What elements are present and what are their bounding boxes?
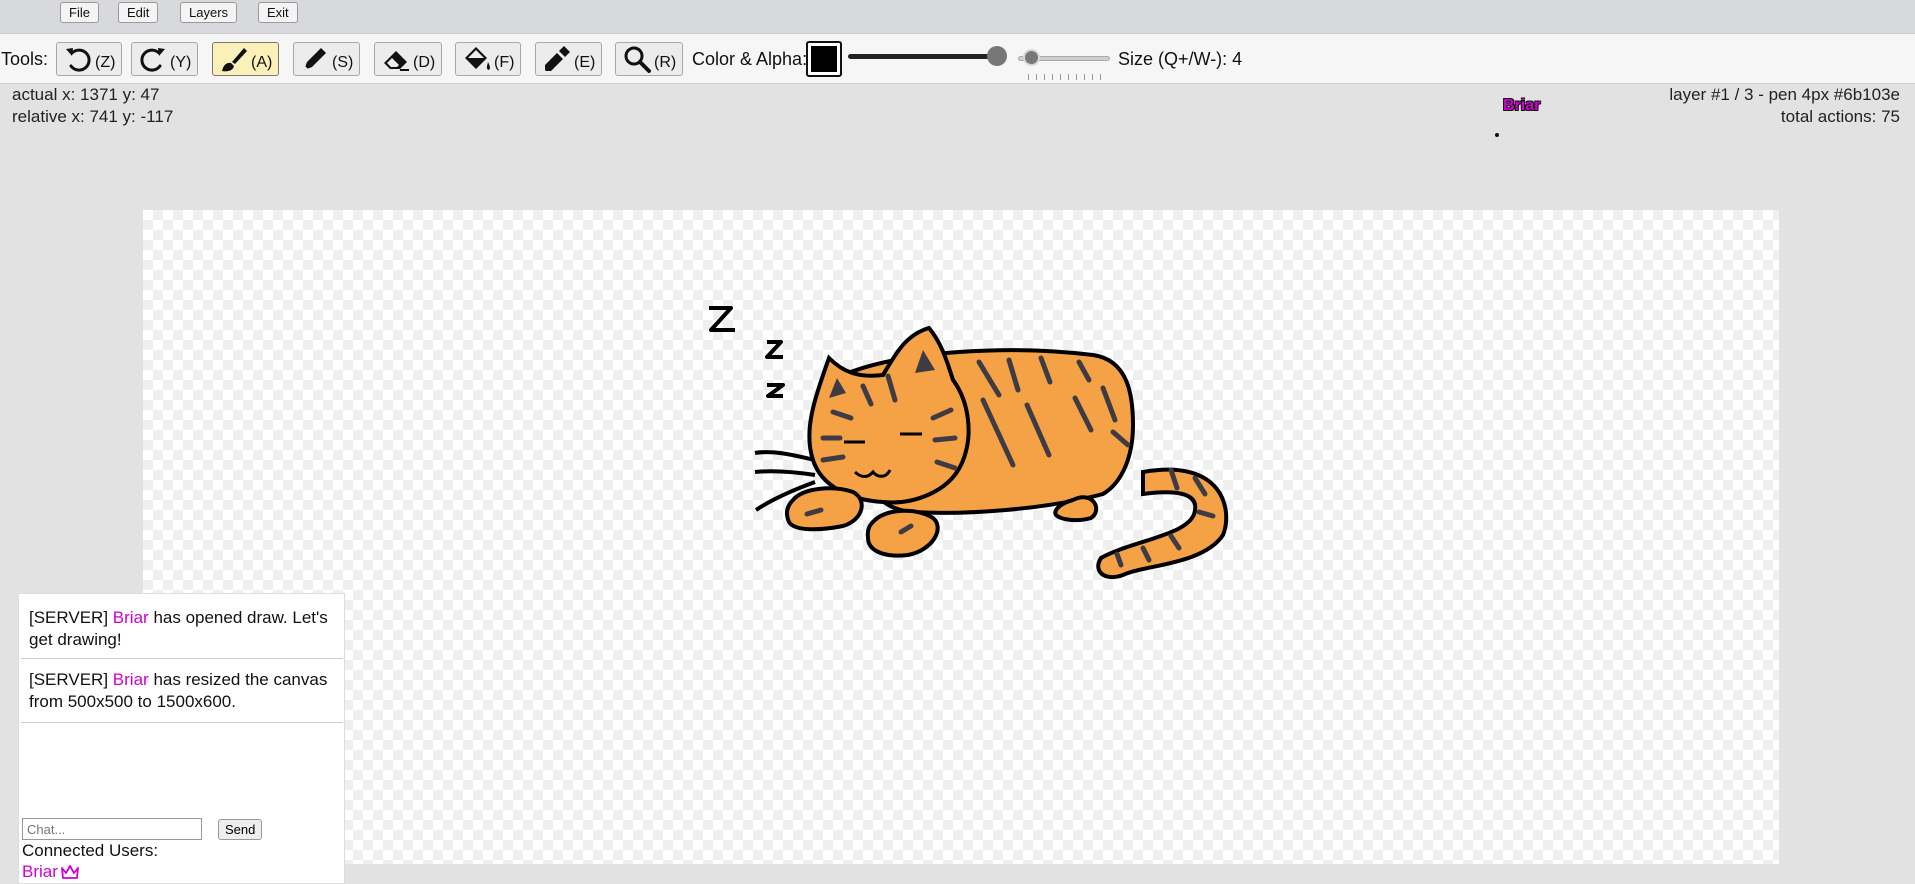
layers-menu-button[interactable]: Layers <box>180 2 238 23</box>
eyedropper-icon <box>545 46 570 71</box>
eraser-button[interactable]: (D) <box>374 42 443 76</box>
magnifier-icon <box>624 46 651 73</box>
color-picker[interactable] <box>806 41 842 77</box>
redo-button[interactable]: (Y) <box>131 42 199 76</box>
remote-cursor-label: Briar <box>1503 97 1541 114</box>
undo-shortcut: (Z) <box>95 54 116 71</box>
toolbar: Tools: (Z) (Y) (A) (S) (D) (F) (E) (R) C… <box>0 34 1915 84</box>
chat-message-user: Briar <box>112 608 149 627</box>
size-slider-ticks <box>1028 74 1103 80</box>
fill-shortcut: (F) <box>494 54 515 71</box>
size-slider-handle[interactable] <box>1023 49 1040 66</box>
undo-button[interactable]: (Z) <box>56 42 123 76</box>
size-label: Size (Q+/W-): 4 <box>1118 49 1243 69</box>
connected-users-label: Connected Users: <box>22 841 159 860</box>
chat-divider <box>21 722 343 723</box>
layer-status: layer #1 / 3 - pen 4px #6b103e <box>1669 85 1900 104</box>
brush-button[interactable]: (A) <box>212 42 280 76</box>
zoom-shortcut: (R) <box>654 54 677 71</box>
eyedropper-button[interactable]: (E) <box>535 42 603 76</box>
color-alpha-label: Color & Alpha: <box>692 49 808 69</box>
connected-user-name: Briar <box>22 862 58 881</box>
layer-info: layer #1 / 3 - pen 4px #6b103e total act… <box>1669 84 1900 128</box>
chat-message-prefix: [SERVER] <box>29 608 109 627</box>
pen-shortcut: (S) <box>332 54 354 71</box>
remote-cursor-dot <box>1495 133 1499 137</box>
menu-bar: File Edit Layers Exit <box>0 0 1915 34</box>
crown-icon <box>61 865 79 879</box>
chat-divider <box>21 658 343 659</box>
brush-shortcut: (A) <box>251 54 273 71</box>
color-swatch <box>811 46 837 72</box>
undo-icon <box>66 48 91 72</box>
alpha-slider[interactable] <box>848 54 998 59</box>
eraser-icon <box>384 51 409 71</box>
tools-label: Tools: <box>1 49 49 69</box>
relative-coordinates: relative x: 741 y: -117 <box>12 107 174 126</box>
edit-menu-button[interactable]: Edit <box>118 2 159 23</box>
connected-user-item: Briar <box>22 862 80 882</box>
eyedropper-shortcut: (E) <box>574 54 596 71</box>
pen-button[interactable]: (S) <box>293 42 361 76</box>
chat-message-prefix: [SERVER] <box>29 670 109 689</box>
fill-button[interactable]: (F) <box>455 42 522 76</box>
coordinate-readout: actual x: 1371 y: 47 relative x: 741 y: … <box>12 84 173 128</box>
sleeping-cat-drawing <box>709 306 1229 579</box>
total-actions: total actions: 75 <box>1780 107 1900 126</box>
pen-icon <box>304 48 326 70</box>
eraser-shortcut: (D) <box>413 54 436 71</box>
redo-shortcut: (Y) <box>170 54 192 71</box>
paint-bucket-icon <box>465 47 490 70</box>
send-button[interactable]: Send <box>218 819 263 840</box>
actual-coordinates: actual x: 1371 y: 47 <box>12 85 160 104</box>
drawing-canvas[interactable] <box>143 210 1779 864</box>
chat-input[interactable] <box>22 818 202 840</box>
chat-message-user: Briar <box>112 670 149 689</box>
chat-panel: [SERVER] Briar has opened draw. Let's ge… <box>18 593 345 884</box>
zoom-button[interactable]: (R) <box>615 42 684 76</box>
chat-message: [SERVER] Briar has opened draw. Let's ge… <box>29 607 337 651</box>
exit-menu-button[interactable]: Exit <box>258 2 298 23</box>
chat-message: [SERVER] Briar has resized the canvas fr… <box>29 669 337 713</box>
file-menu-button[interactable]: File <box>60 2 99 23</box>
redo-icon <box>140 48 165 72</box>
brush-icon <box>222 48 247 72</box>
alpha-slider-handle[interactable] <box>987 46 1007 66</box>
